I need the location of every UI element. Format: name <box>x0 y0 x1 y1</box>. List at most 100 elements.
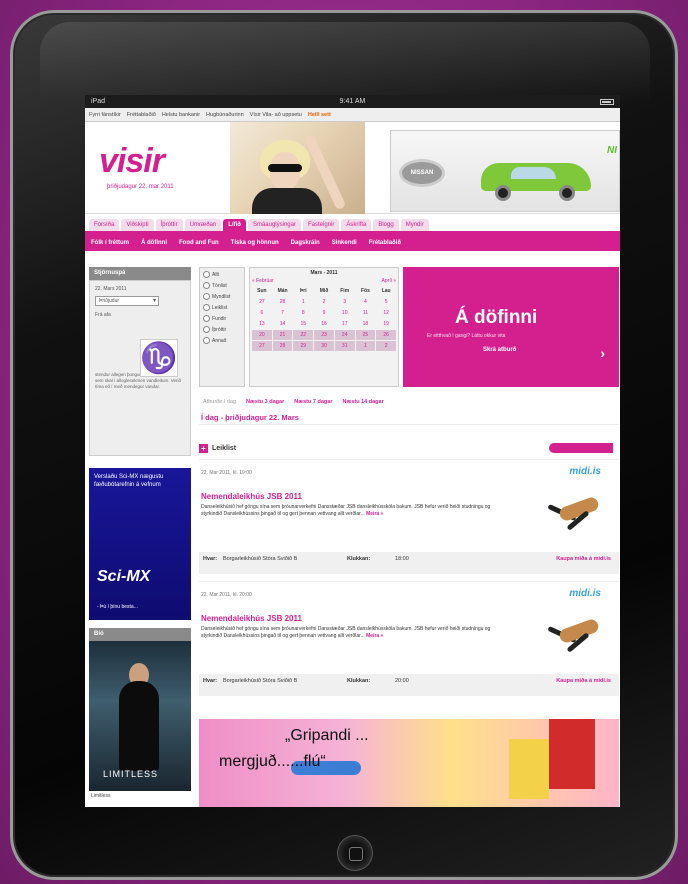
calendar-day[interactable]: 26 <box>376 330 396 340</box>
day-select[interactable]: Þriðjudur <box>95 296 159 306</box>
calendar-day[interactable]: 28 <box>273 297 293 307</box>
calendar-day[interactable]: 22 <box>293 330 314 340</box>
subnav-item[interactable]: Tíska og hönnun <box>231 240 279 246</box>
carrier-label: iPad <box>91 98 106 105</box>
subnav-item[interactable]: Frétablaðið <box>369 240 401 246</box>
range-14-days[interactable]: Næstu 14 dagar <box>342 399 383 405</box>
calendar-day[interactable]: 13 <box>252 319 272 329</box>
radio-type[interactable]: Tónlist <box>203 282 241 289</box>
event-title[interactable]: Nemendaleikhús JSB 2011 <box>201 492 302 501</box>
bookmark-item[interactable]: Helstu bankanir <box>162 112 200 118</box>
visir-logo[interactable]: visir <box>99 142 165 181</box>
calendar-day[interactable]: 19 <box>376 319 396 329</box>
tab-fasteignir[interactable]: Fasteignir <box>302 219 340 231</box>
buy-ticket-link[interactable]: Kaupa miða á midi.is <box>556 556 611 562</box>
calendar-day[interactable]: 17 <box>335 319 355 329</box>
calendar-day[interactable]: 27 <box>252 341 272 351</box>
calendar-day[interactable]: 29 <box>293 341 314 351</box>
radio-type[interactable]: Fundir <box>203 315 241 322</box>
car-banner-ad[interactable]: NISSAN NI <box>390 130 620 212</box>
subnav-item[interactable]: Dagskráin <box>291 240 320 246</box>
next-month-link[interactable]: Apríl » <box>382 278 396 284</box>
calendar-day[interactable]: 12 <box>376 308 396 318</box>
dofinni-cta[interactable]: Skrá atburð <box>483 347 516 353</box>
date-range-tabs: Atburðir í dag Næstu 3 dagar Næstu 7 dag… <box>199 393 619 411</box>
home-button[interactable] <box>337 835 373 871</box>
event-title[interactable]: Nemendaleikhús JSB 2011 <box>201 614 302 623</box>
subnav-item[interactable]: Sinkendi <box>332 240 357 246</box>
tab-myndir[interactable]: Myndir <box>400 219 429 231</box>
bottom-banner-ad[interactable]: „Gripandi ... mergjuð......flú“ <box>199 719 619 807</box>
tab-forsida[interactable]: Forsíða <box>89 219 120 231</box>
calendar-day[interactable]: 14 <box>273 319 293 329</box>
calendar-day[interactable]: 28 <box>272 341 293 351</box>
calendar-day[interactable]: 23 <box>314 330 334 340</box>
read-more-link[interactable]: Meira » <box>366 511 383 517</box>
radio-type[interactable]: Allt <box>203 271 241 278</box>
tab-lifid[interactable]: Lífið <box>223 219 246 231</box>
range-3-days[interactable]: Næstu 3 dagar <box>246 399 284 405</box>
calendar-day[interactable]: 7 <box>273 308 293 318</box>
calendar-day[interactable]: 8 <box>293 308 313 318</box>
calendar-day[interactable]: 4 <box>356 297 376 307</box>
calendar-day[interactable]: 21 <box>272 330 293 340</box>
range-7-days[interactable]: Næstu 7 dagar <box>294 399 332 405</box>
bookmark-item[interactable]: Vísir Vila- að uppsetu <box>250 112 302 118</box>
calendar-day[interactable]: 9 <box>314 308 334 318</box>
calendar-day[interactable]: 15 <box>293 319 313 329</box>
subnav-item[interactable]: Á döfinni <box>141 240 167 246</box>
subnav-item[interactable]: Fólk í fréttum <box>91 240 129 246</box>
calendar-day[interactable]: 16 <box>314 319 334 329</box>
tab-umraedan[interactable]: Umræðan <box>184 219 222 231</box>
subnav-item[interactable]: Food and Fun <box>179 240 219 246</box>
poster-caption[interactable]: Limitless <box>89 791 191 801</box>
calendar-day[interactable]: 11 <box>356 308 376 318</box>
calendar-day[interactable]: 25 <box>355 330 376 340</box>
radio-type[interactable]: Annað <box>203 337 241 344</box>
dofinni-ad[interactable]: Á döfinni Er eitthvað í gangi? Láttu okk… <box>403 267 619 387</box>
tab-askrift[interactable]: Áskrifta <box>341 219 372 231</box>
calendar-day[interactable]: 18 <box>356 319 376 329</box>
ad-shape <box>509 739 549 799</box>
midi-logo[interactable]: midi.is <box>569 588 601 599</box>
bookmark-item[interactable]: Fréttablaðið <box>127 112 156 118</box>
capricorn-icon[interactable]: ♑ <box>140 339 178 377</box>
calendar-day-header: Lau <box>381 288 391 294</box>
movie-poster[interactable]: LIMITLESS <box>89 641 191 791</box>
expand-plus-icon[interactable]: + <box>199 443 208 453</box>
bookmark-item[interactable]: Fyrri fánstíkir <box>89 112 121 118</box>
radio-type[interactable]: Íþróttir <box>203 326 241 333</box>
range-today[interactable]: Atburðir í dag <box>203 399 236 405</box>
calendar-day[interactable]: 3 <box>335 297 355 307</box>
calendar-day[interactable]: 31 <box>334 341 355 351</box>
bookmark-item[interactable]: Hugbúnaðurinn <box>206 112 244 118</box>
radio-type[interactable]: Leiklist <box>203 304 241 311</box>
calendar-day[interactable]: 30 <box>314 341 334 351</box>
radio-type[interactable]: Myndlist <box>203 293 241 300</box>
category-tab[interactable] <box>549 443 613 453</box>
scimx-ad[interactable]: Verslaðu Sci-MX nægustu fæðubótarefnin á… <box>89 468 191 620</box>
tab-blogg[interactable]: Blogg <box>373 219 399 231</box>
calendar-day[interactable]: 1 <box>355 341 376 351</box>
bookmark-item[interactable]: Heill sett <box>308 112 331 118</box>
calendar-area: Allt Tónlist Myndlist Leiklist Fundir Íþ… <box>199 267 619 387</box>
calendar-day[interactable]: 6 <box>252 308 272 318</box>
calendar-day[interactable]: 20 <box>252 330 272 340</box>
calendar-day[interactable]: 24 <box>334 330 355 340</box>
buy-ticket-link[interactable]: Kaupa miða á midi.is <box>556 678 611 684</box>
calendar-day[interactable]: 2 <box>314 297 334 307</box>
chevron-right-icon[interactable]: › <box>600 345 605 361</box>
calendar-day[interactable]: 10 <box>335 308 355 318</box>
midi-logo[interactable]: midi.is <box>569 466 601 477</box>
header-date: þriðjudagur 22. mar 2011 <box>107 184 174 190</box>
prev-month-link[interactable]: « Febrúar <box>252 278 274 284</box>
read-more-link[interactable]: Meira » <box>366 633 383 639</box>
tab-ithrottir[interactable]: Íþróttir <box>155 219 183 231</box>
calendar-day[interactable]: 1 <box>293 297 313 307</box>
tab-vidskipti[interactable]: Viðskipti <box>121 219 154 231</box>
header-photo[interactable] <box>230 122 365 214</box>
tab-smaauglysingar[interactable]: Smáauglýsingar <box>247 219 301 231</box>
calendar-day[interactable]: 2 <box>376 341 396 351</box>
calendar-day[interactable]: 5 <box>376 297 396 307</box>
calendar-day[interactable]: 27 <box>252 297 272 307</box>
